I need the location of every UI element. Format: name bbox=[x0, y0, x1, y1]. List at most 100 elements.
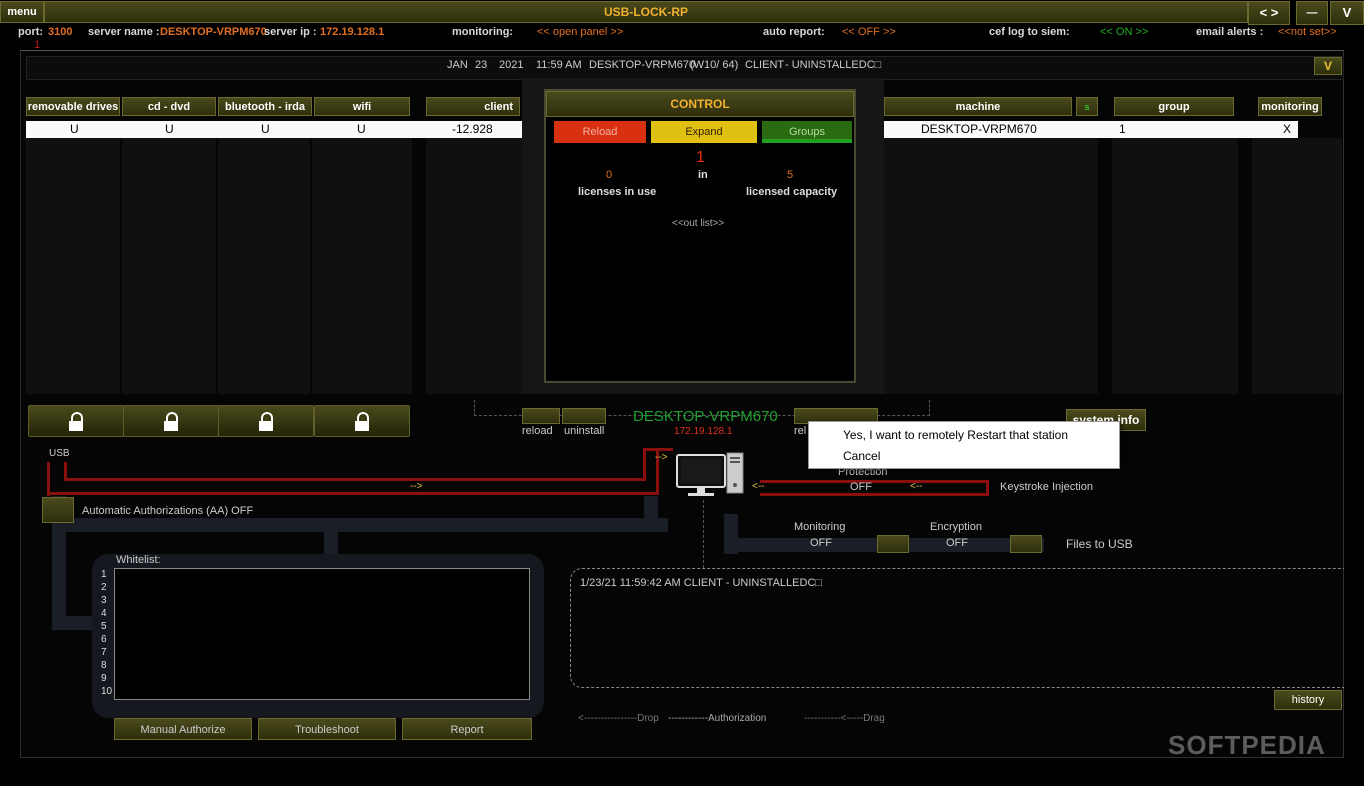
control-panel: CONTROL Reload Expand Groups 1 0 in 5 li… bbox=[544, 89, 856, 383]
menu-button[interactable]: menu bbox=[0, 1, 44, 23]
flow-arrow-left-2: <-- bbox=[910, 481, 923, 492]
info-machine: DESKTOP-VRPM670 bbox=[589, 59, 696, 71]
lock-wifi-button[interactable] bbox=[314, 405, 410, 437]
flow-arrow-right-top: --> bbox=[655, 452, 668, 463]
dashed-connector bbox=[703, 500, 704, 568]
history-button[interactable]: history bbox=[1274, 690, 1342, 710]
keystroke-injection-label: Keystroke Injection bbox=[1000, 481, 1093, 493]
col-machine-body bbox=[884, 138, 1098, 394]
app-title: USB-LOCK-RP bbox=[604, 5, 688, 19]
header-monitoring[interactable]: monitoring bbox=[1258, 97, 1322, 116]
maximize-button[interactable]: V bbox=[1330, 1, 1364, 25]
reload-button[interactable]: Reload bbox=[554, 121, 646, 143]
header-bluetooth-irda[interactable]: bluetooth - irda bbox=[218, 97, 312, 116]
manual-authorize-button[interactable]: Manual Authorize bbox=[114, 718, 252, 740]
info-day: 23 bbox=[475, 59, 488, 71]
info-bar: JAN 23 2021 11:59 AM DESKTOP-VRPM670 (W1… bbox=[26, 56, 1344, 80]
cell-machine: DESKTOP-VRPM670 bbox=[921, 122, 1037, 136]
lock-removable-button[interactable] bbox=[28, 405, 124, 437]
cell-cddvd: U bbox=[165, 122, 174, 136]
log-entry: 1/23/21 11:59:42 AM CLIENT - UNINSTALLED… bbox=[580, 577, 823, 589]
info-status: - UNINSTALLEDC□ bbox=[785, 59, 882, 71]
info-month: JAN bbox=[447, 59, 468, 71]
info-os: (W10/ 64) bbox=[690, 59, 739, 71]
header-wifi[interactable]: wifi bbox=[314, 97, 410, 116]
whitelist-number: 1 bbox=[101, 569, 107, 580]
drop-label: <----------------Drop bbox=[578, 713, 659, 724]
capacity-value: 5 bbox=[787, 169, 794, 181]
lock-open-icon bbox=[164, 412, 178, 432]
header-machine[interactable]: machine bbox=[884, 97, 1072, 116]
monitoring-flow-value: OFF bbox=[810, 537, 832, 549]
auto-authorizations-label: Automatic Authorizations (AA) OFF bbox=[82, 505, 254, 517]
nav-arrows-button[interactable]: < > bbox=[1248, 1, 1290, 25]
whitelist-number: 9 bbox=[101, 673, 107, 684]
email-alerts-label: email alerts : bbox=[1196, 26, 1264, 38]
auto-authorizations-toggle[interactable] bbox=[42, 497, 74, 523]
info-dropdown-button[interactable]: V bbox=[1314, 57, 1342, 75]
cell-removable: U bbox=[70, 122, 79, 136]
pipe bbox=[324, 530, 338, 554]
expand-button[interactable]: Expand bbox=[651, 121, 757, 143]
licenses-in-use-label: licenses in use bbox=[578, 186, 657, 198]
station-uninstall-button[interactable] bbox=[562, 408, 606, 424]
monitoring-flow-label: Monitoring bbox=[794, 521, 846, 533]
protection-value: OFF bbox=[850, 481, 872, 493]
files-to-usb-label: Files to USB bbox=[1066, 537, 1133, 551]
monitoring-label: monitoring: bbox=[452, 26, 514, 38]
station-reload-button[interactable] bbox=[522, 408, 560, 424]
header-removable-drives[interactable]: removable drives bbox=[26, 97, 120, 116]
computer-icon bbox=[676, 452, 744, 500]
cef-toggle[interactable]: << ON >> bbox=[1100, 26, 1148, 38]
cell-wifi: U bbox=[357, 122, 366, 136]
cell-bluetooth: U bbox=[261, 122, 270, 136]
flow-line bbox=[986, 480, 989, 496]
usb-label: USB bbox=[49, 448, 70, 459]
flow-line bbox=[760, 493, 988, 496]
email-alerts-toggle[interactable]: <<not set>> bbox=[1278, 26, 1337, 38]
whitelist-number: 5 bbox=[101, 621, 107, 632]
lock-bluetooth-button[interactable] bbox=[218, 405, 314, 437]
restart-station-menu-item[interactable]: Yes, I want to remotely Restart that sta… bbox=[843, 428, 1068, 442]
control-count: 1 bbox=[696, 149, 705, 166]
cell-monitoring: X bbox=[1283, 122, 1292, 136]
whitelist-title: Whitelist: bbox=[116, 554, 161, 566]
open-panel-link[interactable]: << open panel >> bbox=[537, 26, 623, 38]
lock-open-icon bbox=[259, 412, 273, 432]
troubleshoot-button[interactable]: Troubleshoot bbox=[258, 718, 396, 740]
whitelist-number: 3 bbox=[101, 595, 107, 606]
pipe bbox=[52, 616, 96, 630]
col-cddvd-body bbox=[122, 138, 216, 394]
col-bluetooth-body bbox=[218, 138, 310, 394]
info-year: 2021 bbox=[499, 59, 524, 71]
station-reload-label: reload bbox=[522, 425, 553, 437]
cell-group: 1 bbox=[1119, 122, 1126, 136]
drag-label: -----------<-----Drag bbox=[804, 713, 885, 724]
auto-report-toggle[interactable]: << OFF >> bbox=[842, 26, 896, 38]
whitelist-number: 10 bbox=[101, 686, 113, 697]
header-sort-s[interactable]: s bbox=[1076, 97, 1098, 116]
minimize-button[interactable]: — bbox=[1296, 1, 1328, 25]
encryption-value: OFF bbox=[946, 537, 968, 549]
monitoring-toggle[interactable] bbox=[877, 535, 909, 553]
flow-line bbox=[47, 462, 50, 496]
flow-line bbox=[64, 478, 646, 481]
in-label: in bbox=[698, 169, 708, 181]
encryption-label: Encryption bbox=[930, 521, 982, 533]
port-label: port: bbox=[18, 26, 44, 38]
cancel-menu-item[interactable]: Cancel bbox=[843, 449, 880, 463]
report-button[interactable]: Report bbox=[402, 718, 532, 740]
header-group[interactable]: group bbox=[1114, 97, 1234, 116]
whitelist-textarea[interactable] bbox=[114, 568, 530, 700]
header-client[interactable]: client bbox=[426, 97, 520, 116]
col-client-body bbox=[426, 138, 522, 394]
out-list-link[interactable]: <<out list>> bbox=[672, 218, 724, 229]
pipe bbox=[64, 518, 668, 532]
groups-button[interactable]: Groups bbox=[762, 121, 852, 143]
encryption-toggle[interactable] bbox=[1010, 535, 1042, 553]
col-wifi-body bbox=[312, 138, 412, 394]
header-cd-dvd[interactable]: cd - dvd bbox=[122, 97, 216, 116]
flow-arrow-left: <-- bbox=[752, 481, 765, 492]
lock-cddvd-button[interactable] bbox=[123, 405, 219, 437]
station-name: DESKTOP-VRPM670 bbox=[633, 408, 778, 425]
